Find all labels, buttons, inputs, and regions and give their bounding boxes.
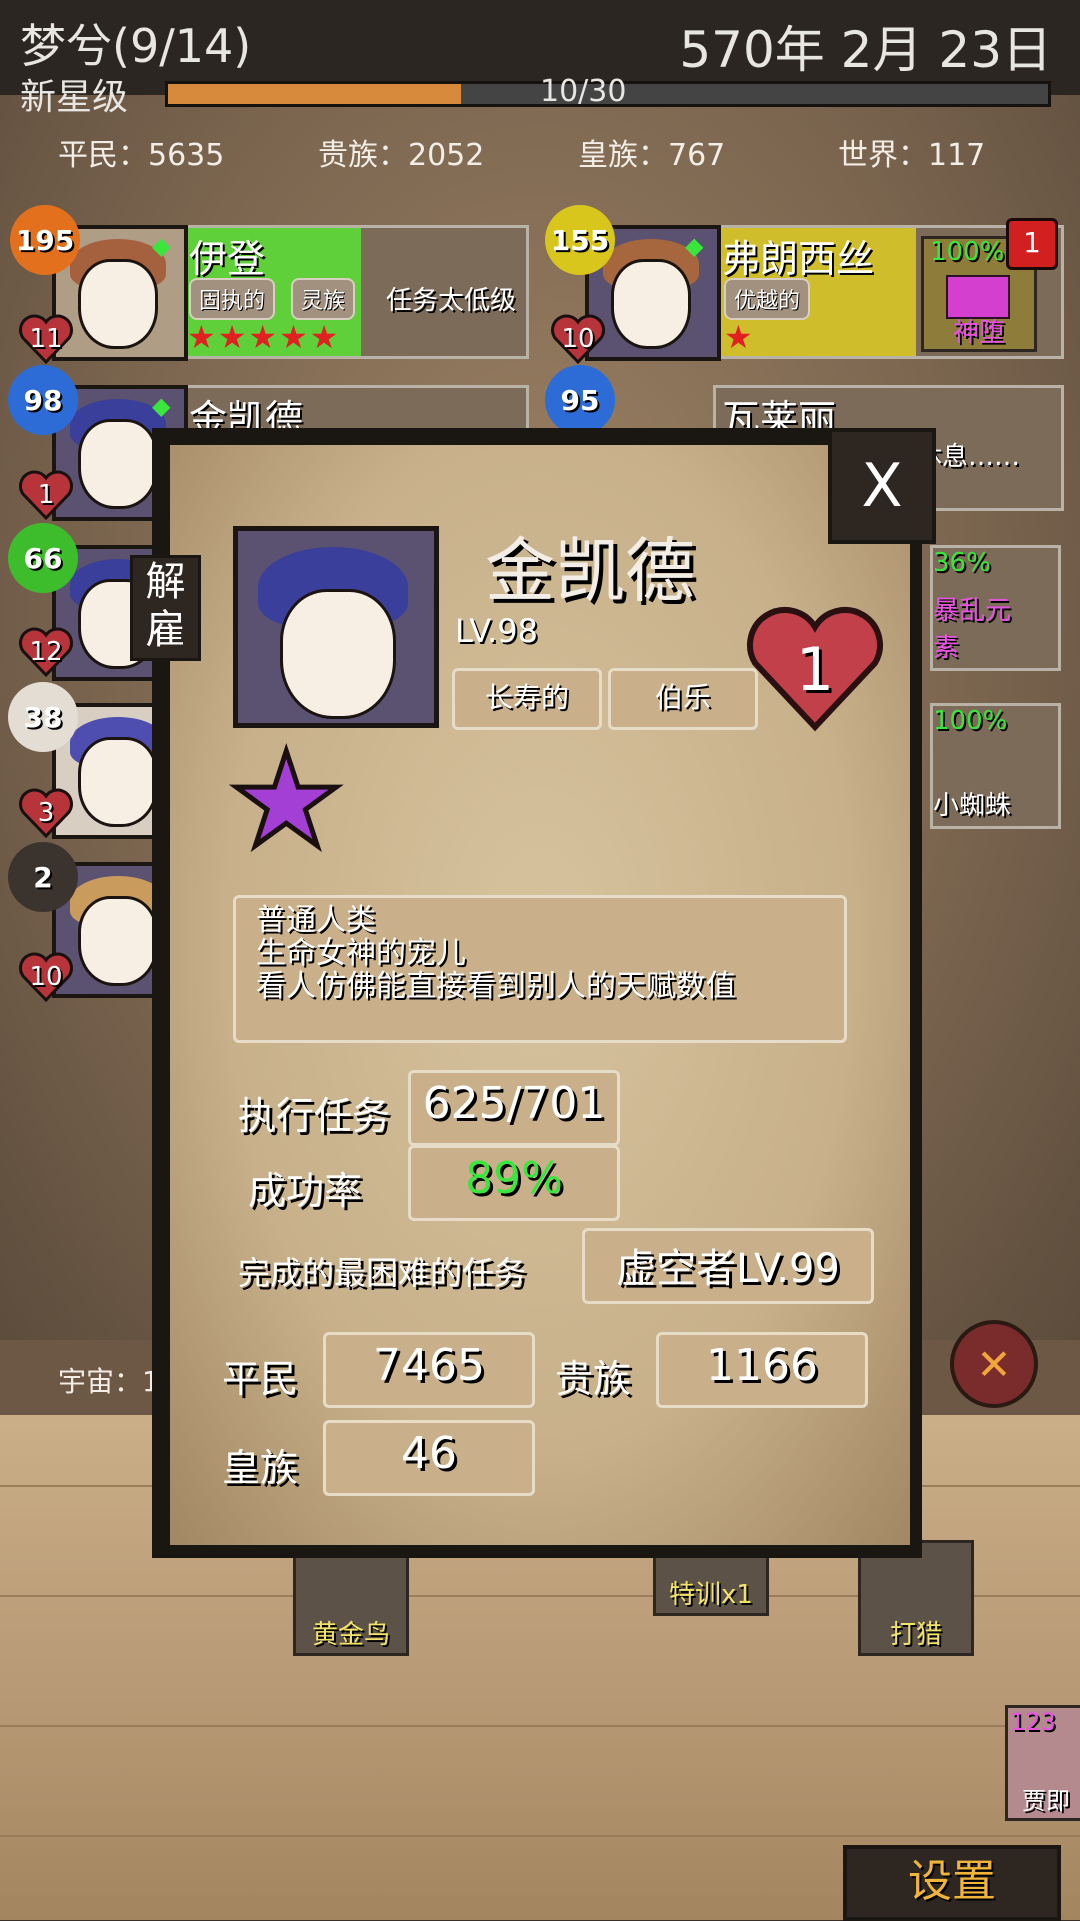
diamond-icon: ◆: [152, 232, 171, 260]
hero-trait: 灵族: [291, 278, 356, 320]
hero-hearts: 3: [37, 798, 55, 828]
cancel-quest-icon[interactable]: ✕: [950, 1320, 1038, 1408]
star-icon: ★: [226, 724, 348, 876]
commoners-value: 7465: [373, 1340, 485, 1391]
hero-trait: 长寿的: [452, 668, 602, 730]
hero-description-box: 普通人类 生命女神的宠儿 看人仿佛能直接看到别人的天赋数值: [233, 895, 847, 1043]
heart-icon: 10: [18, 950, 74, 1004]
hero-trait: 伯乐: [608, 668, 758, 730]
hero-level-badge: 155: [545, 205, 615, 275]
hero-card[interactable]: 伊登 固执的 灵族 任务太低级 ★★★★★: [178, 225, 529, 359]
hero-name-title: 金凯德: [485, 530, 695, 612]
heart-icon: 1: [18, 468, 74, 522]
hero-level-badge: 66: [8, 523, 78, 593]
task-name: 神堕: [952, 318, 1005, 348]
close-button[interactable]: X: [828, 428, 936, 544]
missions-label: 执行任务: [238, 1094, 391, 1138]
heart-icon: 12: [18, 625, 74, 679]
commoners-label: 平民: [222, 1357, 299, 1401]
hero-hearts: 10: [561, 324, 595, 354]
hero-hearts: 1: [795, 635, 835, 705]
hero-name: 弗朗西丝: [722, 237, 875, 281]
stat-universe: 宇宙：1: [58, 1365, 160, 1398]
diamond-icon: ◆: [685, 232, 704, 260]
royals-label: 皇族: [222, 1446, 299, 1490]
task-name: 小蜘蛛: [933, 791, 1012, 821]
hero-hearts: 11: [29, 324, 63, 354]
stat-royals: 皇族：767: [578, 138, 726, 173]
diamond-icon: ◆: [152, 392, 171, 420]
hero-portrait-large: [233, 526, 439, 728]
heart-icon: 10: [550, 312, 606, 366]
hero-hearts: 1: [37, 480, 55, 510]
hero-name: 贾即: [1022, 1787, 1070, 1815]
task-slot[interactable]: 100% 小蜘蛛: [930, 703, 1061, 829]
quest-name: 黄金鸟: [311, 1620, 390, 1650]
hero-name: 伊登: [189, 237, 266, 281]
xp-text: 10/30: [540, 74, 627, 109]
hardest-mission-value: 虚空者LV.99: [616, 1246, 840, 1292]
nobles-label: 贵族: [555, 1357, 632, 1401]
royals-value: 46: [401, 1428, 457, 1479]
guild-rank: 新星级: [20, 77, 129, 118]
task-name: 暴乱元素: [933, 596, 1012, 663]
quest-name: 特训x1: [669, 1580, 753, 1610]
hero-description-line: 生命女神的宠儿: [256, 936, 466, 971]
stat-world: 世界：117: [838, 138, 986, 173]
quest-name: 打猎: [889, 1620, 942, 1650]
xp-bar-fill: [168, 84, 462, 104]
hero-trait: 固执的: [189, 278, 276, 320]
heart-icon: 11: [18, 312, 74, 366]
success-rate-label: 成功率: [248, 1169, 363, 1213]
task-alert-badge: 1: [1006, 218, 1058, 270]
settings-button[interactable]: 设置: [843, 1845, 1061, 1921]
task-slot[interactable]: 36% 暴乱元素: [930, 545, 1061, 671]
hero-card[interactable]: 弗朗西丝 优越的 ★ 100% 神堕 1: [713, 218, 1064, 359]
stat-nobles: 贵族：2052: [318, 138, 485, 173]
hardest-mission-label: 完成的最困难的任务: [238, 1254, 527, 1292]
heart-icon: 3: [18, 786, 74, 840]
hero-trait: 优越的: [724, 278, 811, 320]
missions-value: 625/701: [422, 1078, 606, 1129]
hero-stars: ★: [724, 318, 753, 356]
hero-level-badge: 38: [8, 682, 78, 752]
hero-level: 123: [1010, 1708, 1056, 1736]
task-progress: 100%: [933, 706, 1008, 736]
success-rate-value: 89%: [465, 1153, 563, 1204]
dismiss-label: 解雇: [145, 559, 186, 653]
hero-level-badge: 98: [8, 365, 78, 435]
hero-level-badge: 195: [10, 205, 80, 275]
game-date: 570年 2月 23日: [679, 21, 1052, 79]
hero-description-line: 普通人类: [256, 903, 376, 938]
heart-icon: 1: [745, 605, 885, 735]
stat-commoners: 平民：5635: [58, 138, 225, 173]
hero-level-badge: 95: [545, 365, 615, 435]
task-progress: 100%: [930, 237, 1005, 267]
hero-hearts: 10: [29, 962, 63, 992]
hero-level: LV.98: [455, 612, 538, 650]
hero-level-badge: 2: [8, 842, 78, 912]
hero-card-corner[interactable]: 123 贾即: [1005, 1705, 1080, 1821]
guild-title: 梦兮(9/14): [20, 19, 252, 73]
nobles-value: 1166: [706, 1340, 818, 1391]
dismiss-button[interactable]: 解雇: [130, 555, 201, 661]
task-progress: 36%: [933, 548, 991, 578]
hero-hearts: 12: [29, 637, 63, 667]
hero-status-note: 任务太低级: [386, 286, 517, 316]
hero-stars: ★★★★★: [187, 318, 341, 356]
hero-description-line: 看人仿佛能直接看到别人的天赋数值: [256, 969, 736, 1004]
